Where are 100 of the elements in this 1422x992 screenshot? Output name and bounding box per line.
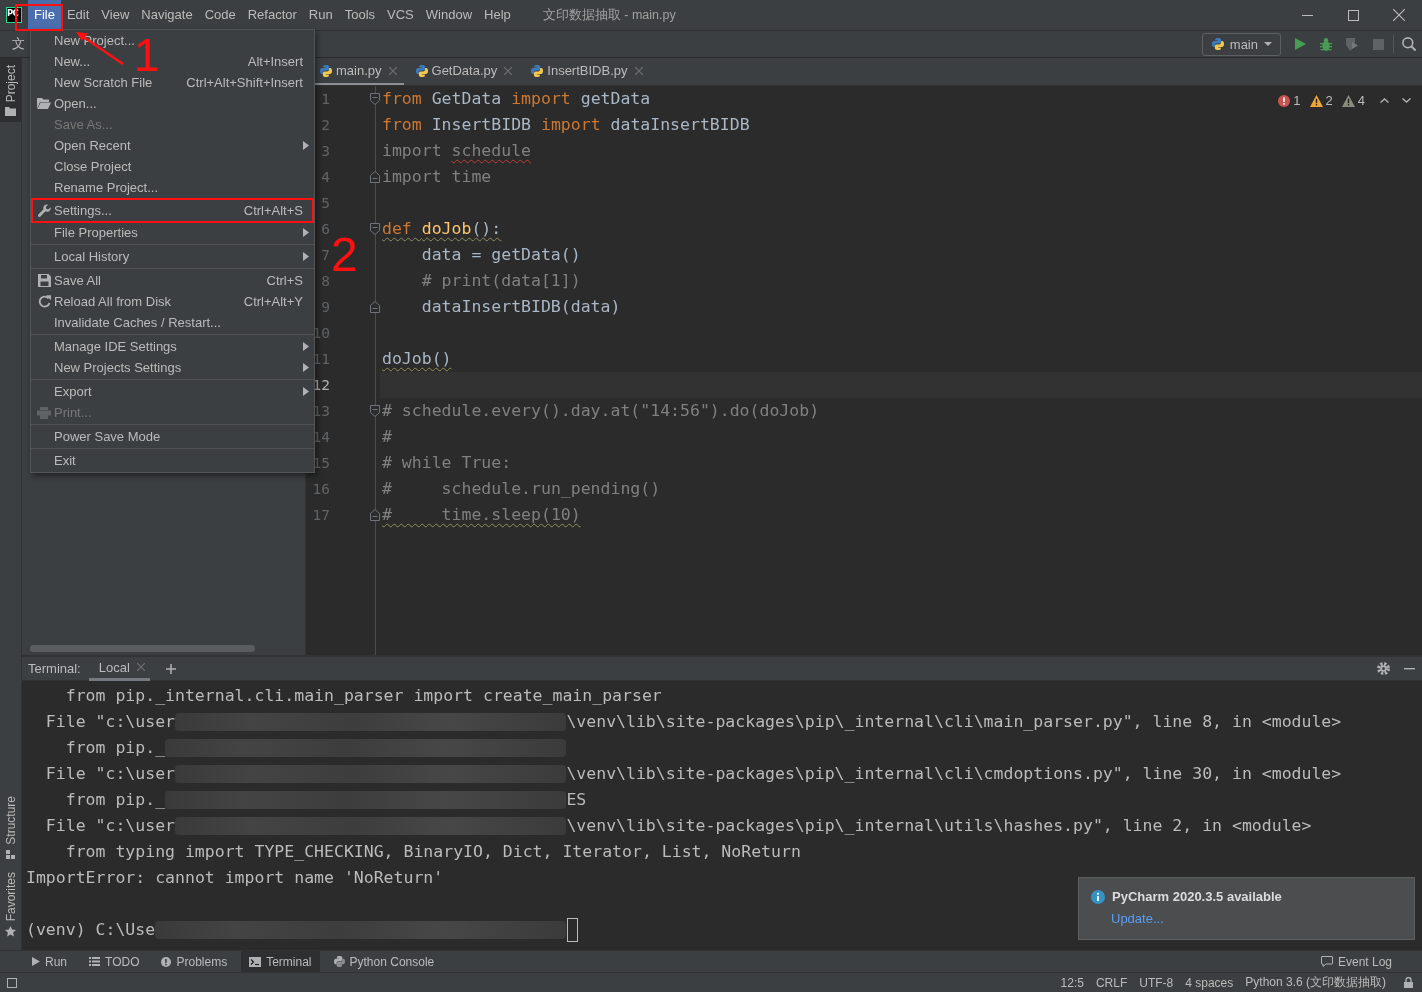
maximize-icon[interactable] xyxy=(1347,9,1359,21)
fold-marker-icon[interactable] xyxy=(370,509,380,521)
shortcut-label: Ctrl+Alt+Shift+Insert xyxy=(186,75,303,90)
caret-down-icon xyxy=(1264,42,1272,46)
inspection-count[interactable]: 4 xyxy=(1357,93,1365,108)
status-item[interactable]: CRLF xyxy=(1089,975,1134,990)
info-icon xyxy=(161,956,172,967)
tool-window-tab[interactable]: Structure xyxy=(0,788,21,865)
square-icon[interactable] xyxy=(7,977,17,988)
menu-bar-item[interactable]: Edit xyxy=(60,0,96,29)
fold-marker-icon[interactable] xyxy=(370,301,380,313)
play-icon xyxy=(32,957,40,966)
menu-item[interactable]: New... xyxy=(54,54,91,69)
annotation-number: 1 xyxy=(134,38,160,73)
submenu-arrow-icon[interactable] xyxy=(303,141,309,150)
menu-item[interactable]: Open Recent xyxy=(54,138,131,153)
menu-bar-item[interactable]: Window xyxy=(419,0,479,29)
menu-item[interactable]: File Properties xyxy=(54,225,138,240)
tool-window-tab[interactable]: Run xyxy=(24,951,75,972)
python-icon xyxy=(415,64,428,77)
search-icon[interactable] xyxy=(1402,37,1416,51)
menu-bar-item[interactable]: View xyxy=(95,0,136,29)
menu-item[interactable]: Reload All from Disk xyxy=(54,294,172,309)
error-icon[interactable] xyxy=(1278,94,1291,107)
menu-bar-item[interactable]: Refactor xyxy=(241,0,303,29)
tool-window-tab[interactable]: Problems xyxy=(153,951,236,972)
annotation-number: 2 xyxy=(331,237,358,273)
add-icon[interactable] xyxy=(165,663,176,674)
menu-bar-item[interactable]: VCS xyxy=(381,0,420,29)
code-line: import schedule xyxy=(382,141,532,160)
bug-icon[interactable] xyxy=(1320,37,1332,51)
menu-item[interactable]: Rename Project... xyxy=(54,180,159,195)
menu-bar-item[interactable]: Code xyxy=(198,0,242,29)
editor-tab[interactable]: InsertBIDB.py xyxy=(519,58,650,85)
menu-item[interactable]: Close Project xyxy=(54,159,132,174)
grid-icon xyxy=(6,849,15,859)
run-config-dropdown[interactable]: main xyxy=(1201,32,1281,56)
line-number: 3 xyxy=(321,142,330,160)
tool-window-tab[interactable]: TODO xyxy=(81,951,148,972)
scrollbar-thumb[interactable] xyxy=(30,645,255,652)
status-item[interactable]: 4 spaces xyxy=(1179,975,1240,990)
warning-icon[interactable] xyxy=(1341,94,1355,107)
menu-item[interactable]: Export xyxy=(54,384,92,399)
run-icon[interactable] xyxy=(1294,38,1306,50)
submenu-arrow-icon[interactable] xyxy=(303,363,309,372)
menu-bar-item[interactable]: File xyxy=(28,0,61,29)
inspection-count[interactable]: 1 xyxy=(1293,93,1301,108)
tool-window-tab[interactable]: Project xyxy=(0,58,21,123)
minimize-icon[interactable] xyxy=(1404,667,1415,670)
status-item[interactable]: 12:5 xyxy=(1054,975,1090,990)
terminal-line: File "c:\user xyxy=(45,815,175,837)
event-log-button[interactable]: Event Log xyxy=(1312,951,1400,972)
menu-item[interactable]: Invalidate Caches / Restart... xyxy=(54,315,221,330)
minimize-icon[interactable] xyxy=(1301,14,1313,16)
menu-item[interactable]: Open... xyxy=(54,96,97,111)
terminal-line: from typing import TYPE_CHECKING, BinaryIO, Dict, Iterator, List, NoReturn xyxy=(65,841,801,863)
fold-marker-icon[interactable] xyxy=(370,223,380,235)
update-link[interactable]: Update... xyxy=(1111,911,1164,926)
line-number: 14 xyxy=(312,428,330,446)
fold-marker-icon[interactable] xyxy=(370,93,380,105)
line-number: 6 xyxy=(321,220,330,238)
warning-icon[interactable] xyxy=(1309,94,1323,107)
fold-marker-icon[interactable] xyxy=(370,171,380,183)
menu-item[interactable]: Power Save Mode xyxy=(54,429,161,444)
status-item[interactable]: UTF-8 xyxy=(1133,975,1180,990)
chevron-down-icon[interactable] xyxy=(1402,98,1411,103)
menu-bar-item[interactable]: Tools xyxy=(338,0,382,29)
line-number: 1 xyxy=(321,90,330,108)
window-title: 文印数据抽取 - main.py xyxy=(542,6,676,24)
menu-item[interactable]: New Projects Settings xyxy=(54,360,182,375)
menu-bar-item[interactable]: Navigate xyxy=(135,0,199,29)
fold-marker-icon[interactable] xyxy=(370,405,380,417)
terminal-line: from pip._ xyxy=(65,737,166,759)
submenu-arrow-icon[interactable] xyxy=(303,228,309,237)
terminal-icon xyxy=(249,956,262,967)
status-item[interactable]: Python 3.6 (文印数据抽取) xyxy=(1239,974,1392,991)
python-icon xyxy=(333,956,345,967)
menu-item[interactable]: Settings... xyxy=(54,203,112,218)
menu-bar-item[interactable]: Run xyxy=(302,0,339,29)
menu-item[interactable]: Save All xyxy=(54,273,101,288)
wrench-icon xyxy=(37,204,51,217)
menu-bar-item[interactable]: Help xyxy=(478,0,517,29)
menu-item[interactable]: Exit xyxy=(54,453,76,468)
chevron-up-icon[interactable] xyxy=(1380,98,1389,103)
submenu-arrow-icon[interactable] xyxy=(303,387,309,396)
editor-tab[interactable]: GetData.py xyxy=(403,58,520,85)
close-icon[interactable] xyxy=(1393,9,1405,21)
inspection-count[interactable]: 2 xyxy=(1325,93,1333,108)
tool-window-tab[interactable]: Terminal xyxy=(241,951,320,972)
submenu-arrow-icon[interactable] xyxy=(303,342,309,351)
settings-icon[interactable] xyxy=(1377,662,1390,675)
menu-item[interactable]: New Scratch File xyxy=(54,75,153,90)
tool-window-tab[interactable]: Python Console xyxy=(325,951,443,972)
tool-window-tab[interactable]: Favorites xyxy=(0,864,21,943)
lock-icon[interactable] xyxy=(1404,977,1413,988)
submenu-arrow-icon[interactable] xyxy=(303,252,309,261)
breadcrumb[interactable]: 文 xyxy=(12,35,25,53)
menu-item[interactable]: Local History xyxy=(54,249,130,264)
session-tab[interactable]: Local xyxy=(88,656,150,681)
menu-item[interactable]: Manage IDE Settings xyxy=(54,339,177,354)
